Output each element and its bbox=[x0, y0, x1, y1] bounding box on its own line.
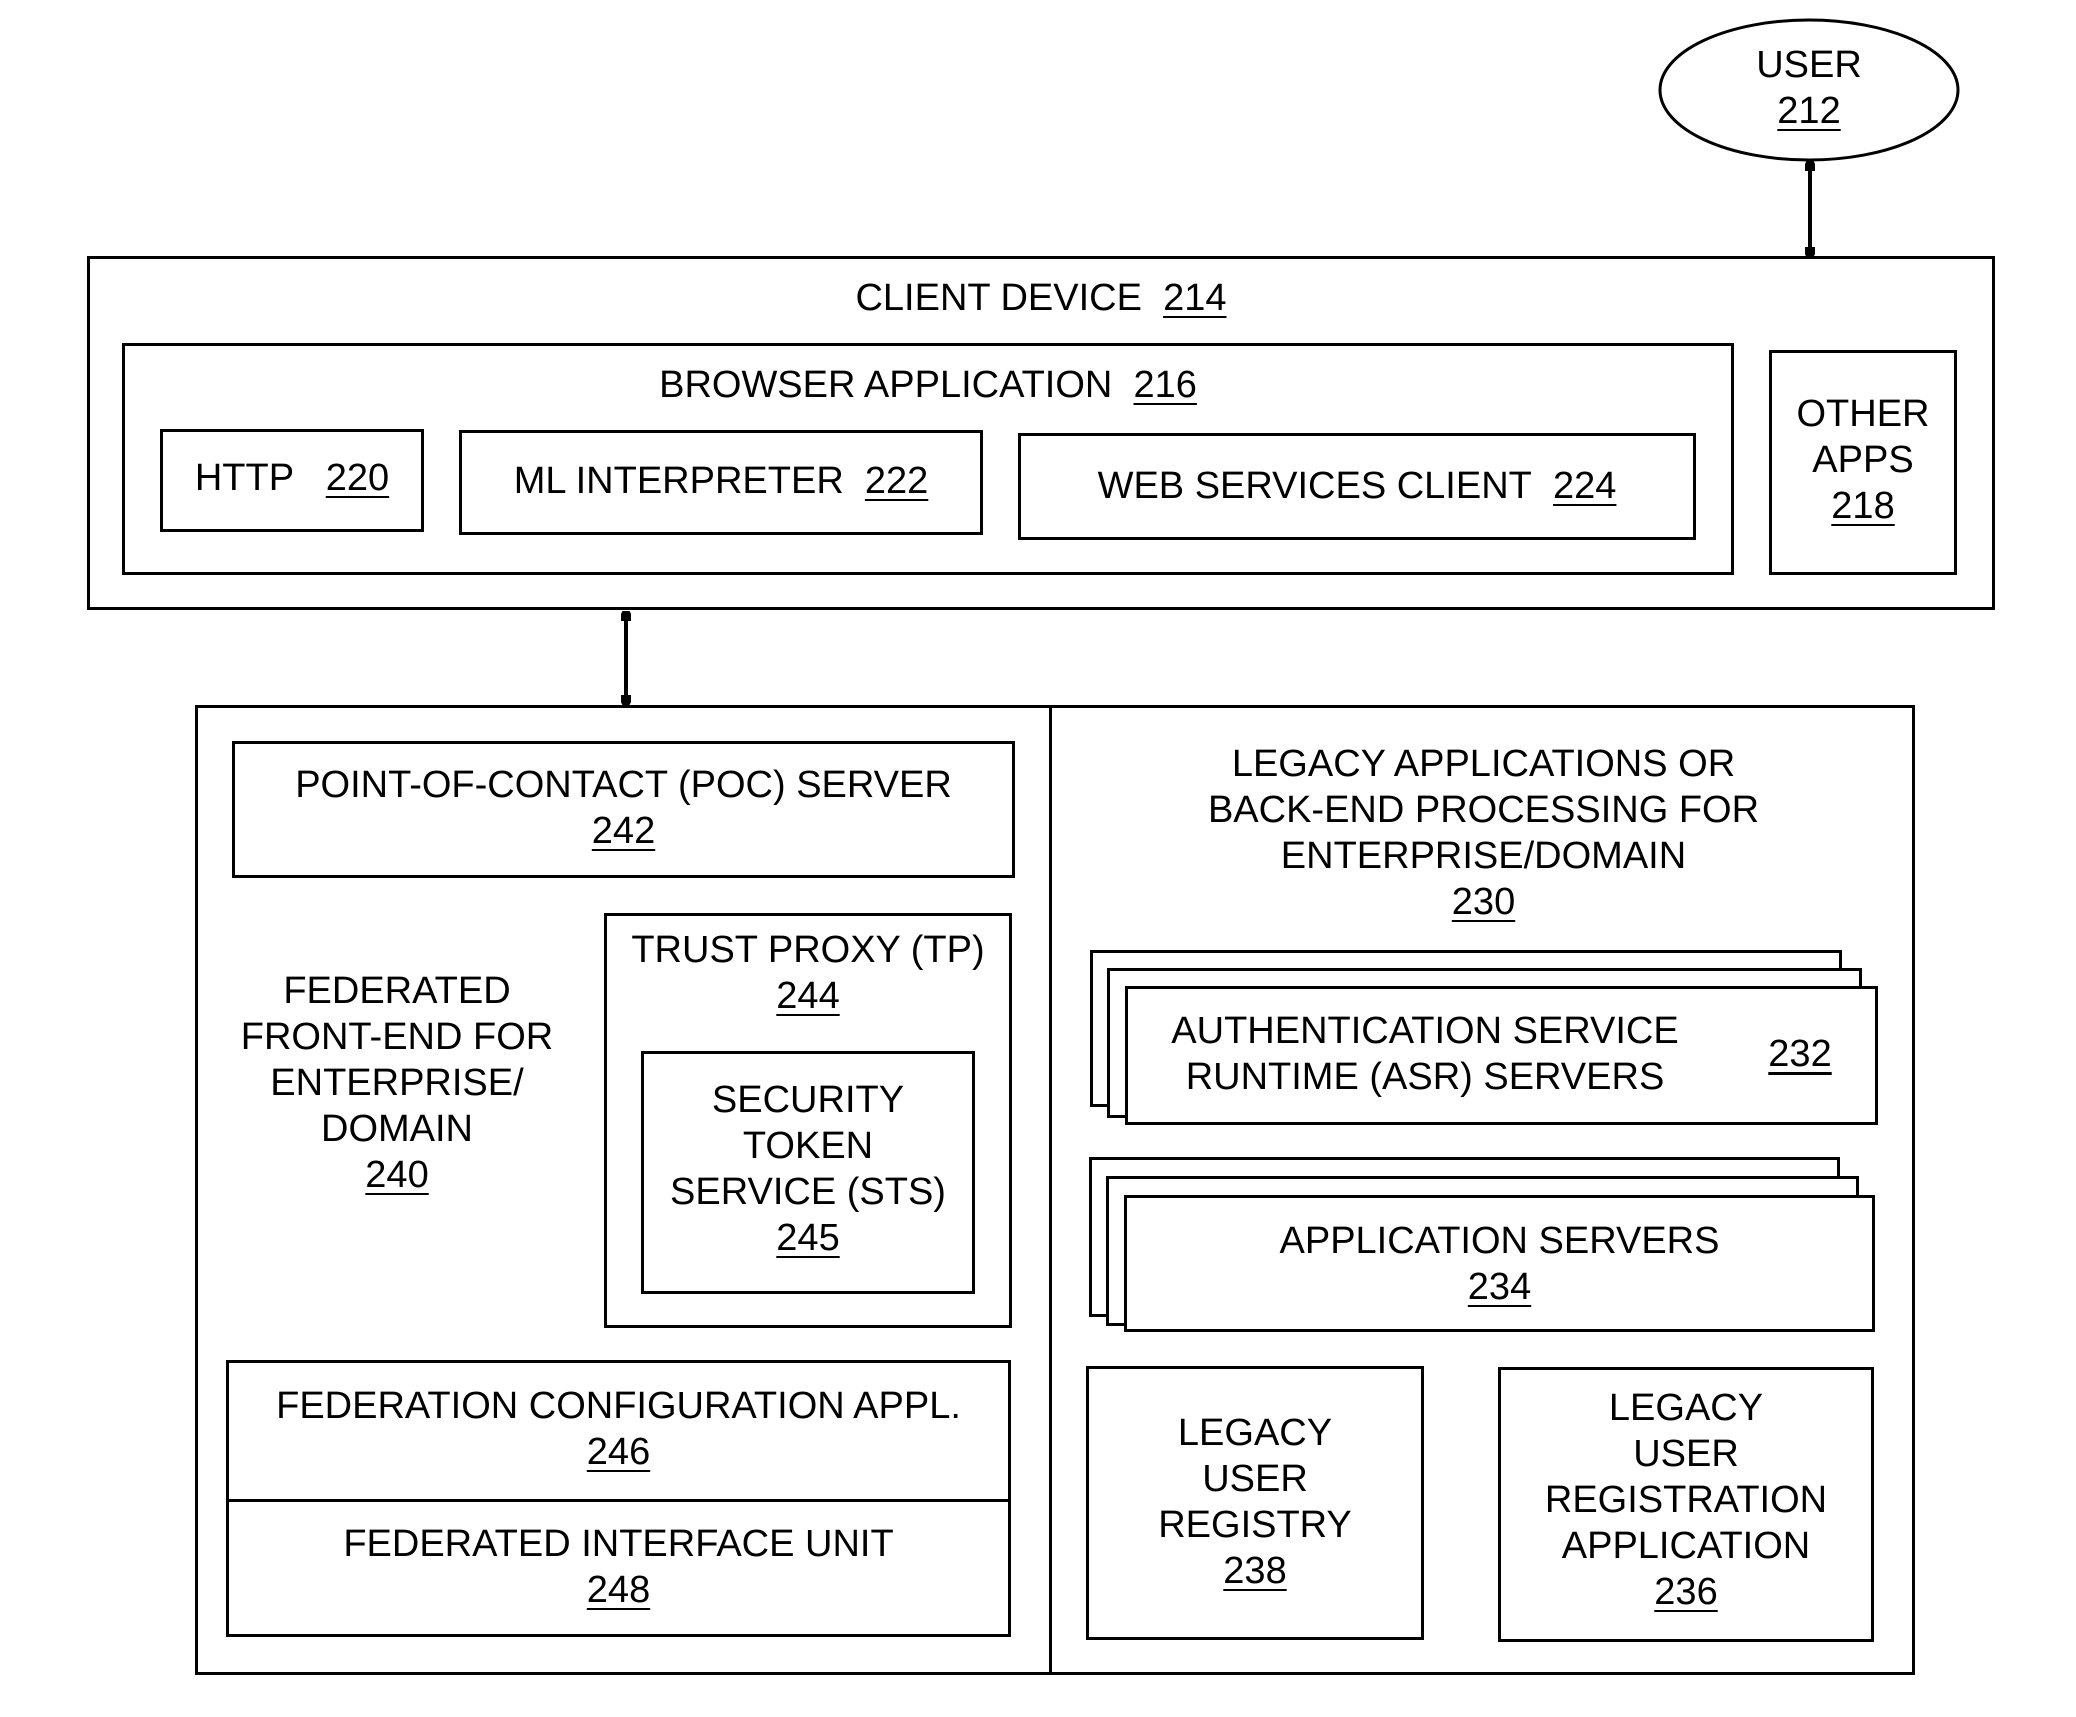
client-device-label: CLIENT DEVICE bbox=[855, 277, 1142, 319]
legacy-user-registry-ref: 238 bbox=[1223, 1550, 1287, 1592]
other-apps-line-1: OTHER bbox=[1796, 393, 1930, 435]
federated-front-end-label: FEDERATED FRONT-END FOR ENTERPRISE/ DOMA… bbox=[217, 968, 577, 1198]
other-apps-title: OTHER APPS 218 bbox=[1769, 391, 1957, 529]
http-title: HTTP 220 bbox=[160, 455, 424, 501]
legacy-user-registration-app-line-3: REGISTRATION bbox=[1544, 1479, 1828, 1521]
legacy-user-registry-title: LEGACY USER REGISTRY 238 bbox=[1086, 1410, 1424, 1594]
legacy-user-registry-line-3: REGISTRY bbox=[1158, 1504, 1352, 1546]
sts-title: SECURITY TOKEN SERVICE (STS) 245 bbox=[641, 1077, 975, 1261]
trust-proxy-ref: 244 bbox=[776, 975, 840, 1017]
federated-interface-unit-ref: 248 bbox=[586, 1569, 651, 1611]
application-servers-label: APPLICATION SERVERS bbox=[1279, 1220, 1720, 1262]
federated-front-end-line-3: ENTERPRISE/ bbox=[270, 1062, 524, 1104]
sts-line-3: SERVICE (STS) bbox=[670, 1171, 946, 1213]
asr-servers-line-2: RUNTIME (ASR) SERVERS bbox=[1185, 1056, 1665, 1098]
federation-config-ref: 246 bbox=[586, 1431, 651, 1473]
other-apps-ref: 218 bbox=[1831, 485, 1895, 527]
legacy-user-registration-app-ref: 236 bbox=[1654, 1571, 1718, 1613]
legacy-backend-title: LEGACY APPLICATIONS OR BACK-END PROCESSI… bbox=[1052, 741, 1915, 925]
application-servers-title: APPLICATION SERVERS 234 bbox=[1124, 1218, 1875, 1310]
browser-application-ref: 216 bbox=[1133, 364, 1197, 406]
federated-interface-unit-label: FEDERATED INTERFACE UNIT bbox=[343, 1523, 894, 1565]
ml-interpreter-ref: 222 bbox=[864, 460, 929, 502]
web-services-client-title: WEB SERVICES CLIENT 224 bbox=[1018, 463, 1696, 509]
legacy-user-registry-line-2: USER bbox=[1202, 1458, 1308, 1500]
federation-config-divider bbox=[228, 1499, 1009, 1502]
asr-servers-title: AUTHENTICATION SERVICE RUNTIME (ASR) SER… bbox=[1140, 1008, 1710, 1100]
sts-line-2: TOKEN bbox=[742, 1125, 874, 1167]
asr-servers-ref: 232 bbox=[1768, 1033, 1832, 1075]
federated-front-end-line-4: DOMAIN bbox=[321, 1108, 473, 1150]
user-ref: 212 bbox=[1777, 90, 1841, 132]
user-node: USER 212 bbox=[1660, 42, 1958, 134]
poc-server-ref: 242 bbox=[591, 810, 656, 852]
legacy-user-registration-app-line-4: APPLICATION bbox=[1561, 1525, 1811, 1567]
http-label: HTTP bbox=[194, 457, 295, 499]
legacy-user-registry-line-1: LEGACY bbox=[1177, 1412, 1333, 1454]
legacy-backend-line-2: BACK-END PROCESSING FOR bbox=[1207, 789, 1760, 831]
other-apps-line-2: APPS bbox=[1812, 439, 1914, 481]
federated-front-end-line-1: FEDERATED bbox=[283, 970, 511, 1012]
poc-server-title: POINT-OF-CONTACT (POC) SERVER 242 bbox=[232, 762, 1015, 854]
client-device-ref: 214 bbox=[1163, 277, 1227, 319]
poc-server-label: POINT-OF-CONTACT (POC) SERVER bbox=[295, 764, 952, 806]
legacy-user-registration-app-line-1: LEGACY bbox=[1608, 1387, 1764, 1429]
federation-config-title: FEDERATION CONFIGURATION APPL. 246 bbox=[226, 1383, 1011, 1475]
legacy-backend-ref: 230 bbox=[1451, 881, 1516, 923]
trust-proxy-label: TRUST PROXY (TP) bbox=[631, 929, 985, 971]
legacy-backend-line-1: LEGACY APPLICATIONS OR bbox=[1231, 743, 1736, 785]
legacy-backend-line-3: ENTERPRISE/DOMAIN bbox=[1280, 835, 1687, 877]
http-ref: 220 bbox=[325, 457, 390, 499]
asr-servers-line-1: AUTHENTICATION SERVICE bbox=[1171, 1010, 1679, 1052]
federated-front-end-ref: 240 bbox=[365, 1154, 429, 1196]
legacy-user-registration-app-title: LEGACY USER REGISTRATION APPLICATION 236 bbox=[1498, 1385, 1874, 1615]
browser-application-label: BROWSER APPLICATION bbox=[659, 364, 1113, 406]
user-label: USER bbox=[1756, 44, 1862, 86]
trust-proxy-title: TRUST PROXY (TP) 244 bbox=[604, 927, 1012, 1019]
legacy-user-registration-app-line-2: USER bbox=[1633, 1433, 1739, 1475]
federated-interface-unit-title: FEDERATED INTERFACE UNIT 248 bbox=[226, 1521, 1011, 1613]
sts-line-1: SECURITY bbox=[711, 1079, 905, 1121]
web-services-client-ref: 224 bbox=[1553, 465, 1617, 507]
federation-config-label: FEDERATION CONFIGURATION APPL. bbox=[276, 1385, 961, 1427]
sts-ref: 245 bbox=[776, 1217, 840, 1259]
application-servers-ref: 234 bbox=[1467, 1266, 1532, 1308]
ml-interpreter-title: ML INTERPRETER 222 bbox=[459, 458, 983, 504]
web-services-client-label: WEB SERVICES CLIENT bbox=[1097, 465, 1532, 507]
ml-interpreter-label: ML INTERPRETER bbox=[513, 460, 844, 502]
client-device-title: CLIENT DEVICE 214 bbox=[87, 275, 1995, 321]
browser-application-title: BROWSER APPLICATION 216 bbox=[122, 362, 1734, 408]
federated-front-end-line-2: FRONT-END FOR bbox=[240, 1016, 554, 1058]
